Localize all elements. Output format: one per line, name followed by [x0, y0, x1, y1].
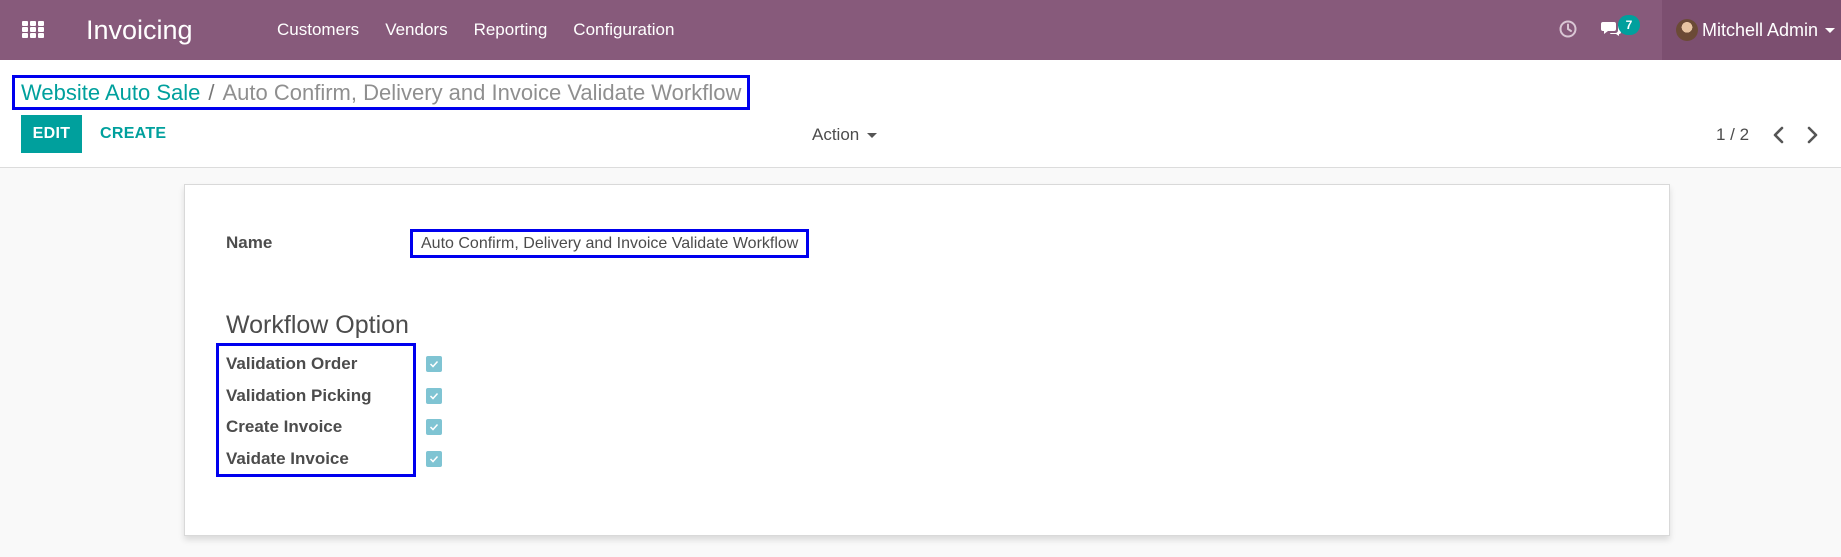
- name-label: Name: [226, 233, 273, 252]
- pager-value[interactable]: 1 / 2: [1716, 124, 1749, 146]
- caret-down-icon: [1825, 28, 1835, 33]
- option-label: Validation Order: [226, 354, 358, 373]
- action-dropdown[interactable]: Action: [812, 124, 878, 146]
- activity-clock-icon[interactable]: [1558, 19, 1578, 44]
- validation-order-checkbox[interactable]: [426, 356, 442, 372]
- option-row-validation-picking: Validation Picking: [226, 384, 442, 408]
- chat-count-badge: 7: [1618, 15, 1640, 35]
- menu-item-reporting[interactable]: Reporting: [461, 18, 561, 42]
- option-row-validate-invoice: Vaidate Invoice: [226, 447, 442, 471]
- create-button[interactable]: CREATE: [92, 115, 174, 153]
- breadcrumb-current: Auto Confirm, Delivery and Invoice Valid…: [222, 79, 742, 105]
- pager-previous-icon[interactable]: [1770, 123, 1788, 147]
- validation-picking-checkbox[interactable]: [426, 388, 442, 404]
- caret-down-icon: [867, 132, 878, 138]
- section-title: Workflow Option: [226, 311, 409, 339]
- check-icon: [429, 423, 439, 431]
- option-label: Validation Picking: [226, 386, 372, 405]
- breadcrumb-separator: /: [208, 79, 215, 105]
- user-menu[interactable]: Mitchell Admin: [1662, 0, 1841, 60]
- menu-item-configuration[interactable]: Configuration: [560, 18, 687, 42]
- app-title[interactable]: Invoicing: [86, 13, 193, 47]
- name-field: Auto Confirm, Delivery and Invoice Valid…: [410, 229, 810, 258]
- menu-item-vendors[interactable]: Vendors: [372, 18, 460, 42]
- control-panel: Website Auto Sale / Auto Confirm, Delive…: [0, 60, 1841, 168]
- workflow-options-group: Validation Order Validation Picking Crea…: [216, 343, 442, 477]
- breadcrumb: Website Auto Sale / Auto Confirm, Delive…: [12, 75, 751, 110]
- create-invoice-checkbox[interactable]: [426, 419, 442, 435]
- main-menu: Customers Vendors Reporting Configuratio…: [264, 18, 687, 42]
- option-label: Create Invoice: [226, 417, 343, 436]
- validate-invoice-checkbox[interactable]: [426, 451, 442, 467]
- action-label: Action: [812, 125, 860, 144]
- pager-next-icon[interactable]: [1803, 123, 1821, 147]
- breadcrumb-parent-link[interactable]: Website Auto Sale: [21, 80, 200, 106]
- apps-grid-icon[interactable]: [22, 21, 44, 39]
- option-row-create-invoice: Create Invoice: [226, 415, 442, 439]
- option-row-validation-order: Validation Order: [226, 352, 442, 376]
- form-sheet: Name Auto Confirm, Delivery and Invoice …: [184, 184, 1670, 536]
- check-icon: [429, 392, 439, 400]
- check-icon: [429, 360, 439, 368]
- option-label: Vaidate Invoice: [226, 449, 349, 468]
- avatar: [1676, 19, 1698, 41]
- top-navbar: Invoicing Customers Vendors Reporting Co…: [0, 0, 1841, 60]
- check-icon: [429, 455, 439, 463]
- edit-button[interactable]: EDIT: [21, 115, 82, 153]
- menu-item-customers[interactable]: Customers: [264, 18, 372, 42]
- user-name: Mitchell Admin: [1702, 20, 1819, 40]
